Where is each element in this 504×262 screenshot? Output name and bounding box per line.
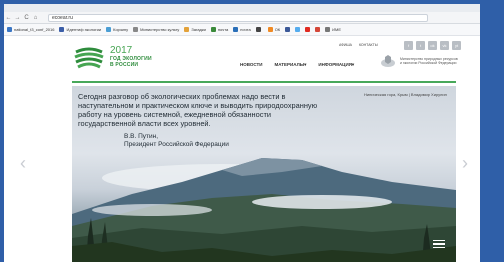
menu-news[interactable]: НОВОСТИ [240,62,263,68]
menu-contacts[interactable]: КОНТАКТЫ [359,43,378,47]
bookmark-gmail[interactable] [315,27,321,32]
bookmark-label: Загадки [191,27,206,32]
menu-information[interactable]: ИНФОРМАЦИЯ▾ [318,62,354,68]
url-input[interactable]: ecoear.ru [48,13,428,22]
menu-hamburger-icon[interactable] [433,240,445,248]
bookmark-label: national_t3_conf_2016 [14,27,55,32]
social-links: f t ok vk yt [404,41,461,50]
author-name: В.В. Путин, [124,133,159,140]
hero-slider: Сегодня разговор об экологических пробле… [72,86,456,262]
site-logo[interactable]: 2017 ГОД ЭКОЛОГИИ В РОССИИ [74,42,152,72]
bookmark-item[interactable]: почта [233,27,251,32]
bookmark-label: Министерство культу [140,27,180,32]
bookmarks-bar: national_t3_conf_2016 Идентиф экологии К… [4,24,480,36]
bookmark-label: почта [240,27,251,32]
youtube-icon[interactable]: yt [452,41,461,50]
menu-materials[interactable]: МАТЕРИАЛЫ▾ [275,62,307,68]
vk-icon[interactable]: vk [440,41,449,50]
twitter-icon[interactable]: t [416,41,425,50]
tab-strip [4,4,480,12]
bookmark-item[interactable] [255,27,263,32]
bookmark-item[interactable]: ИМЕ [325,27,341,32]
menu-afisha[interactable]: АФИША [339,43,352,47]
header-divider [72,81,456,83]
bookmark-label: почта [217,27,229,32]
bookmark-label: ОК [274,27,281,32]
bookmark-item[interactable]: ОК [267,27,281,32]
logo-text: 2017 ГОД ЭКОЛОГИИ В РОССИИ [110,45,152,69]
bookmark-label: Идентиф экологии [66,27,102,32]
bookmark-item[interactable]: national_t3_conf_2016 [7,27,54,32]
ministry-text: Министерство природных ресурсов и эколог… [400,57,458,65]
bookmark-facebook[interactable] [285,27,291,32]
back-button[interactable]: ← [4,15,13,21]
slider-next-arrow-icon[interactable]: › [462,154,468,172]
address-bar-row: ← → C ⌂ ecoear.ru [4,12,480,24]
quote-author: В.В. Путин, Президент Российской Федерац… [124,133,229,149]
hero-quote: Сегодня разговор об экологических пробле… [78,92,318,128]
bookmark-item[interactable]: Министерство культу [133,27,179,32]
bookmark-youtube[interactable] [305,27,311,32]
top-menu: АФИША КОНТАКТЫ [339,43,378,47]
bookmark-label: ИМЕ [332,27,342,32]
globe-logo-icon [74,43,104,71]
desktop-background [480,0,504,262]
reload-button[interactable]: C [22,15,31,21]
browser-window: ← → C ⌂ ecoear.ru national_t3_conf_2016 … [4,4,480,262]
bookmark-item[interactable]: почта [210,27,229,32]
logo-line-2: В РОССИИ [110,62,139,68]
bookmark-item[interactable]: Корзину [106,27,128,32]
photo-caption: Ниническая гора, Крым | Владимир Хирулин [364,92,447,97]
odnoklassniki-icon[interactable]: ok [428,41,437,50]
home-button[interactable]: ⌂ [31,15,40,21]
bookmark-item[interactable]: Идентиф экологии [59,27,101,32]
coat-of-arms-icon [381,55,395,67]
bookmark-label: Корзину [113,27,129,32]
bookmark-twitter[interactable] [295,27,301,32]
author-title: Президент Российской Федерации [124,141,229,148]
logo-year: 2017 [110,45,133,56]
ministry-link[interactable]: Министерство природных ресурсов и эколог… [380,54,458,68]
facebook-icon[interactable]: f [404,41,413,50]
main-menu: НОВОСТИ МАТЕРИАЛЫ▾ ИНФОРМАЦИЯ▾ [240,62,354,68]
bookmark-item[interactable]: Загадки [184,27,206,32]
slider-prev-arrow-icon[interactable]: ‹ [20,154,26,172]
forward-button[interactable]: → [13,15,22,21]
web-page: 2017 ГОД ЭКОЛОГИИ В РОССИИ АФИША КОНТАКТ… [4,36,480,262]
